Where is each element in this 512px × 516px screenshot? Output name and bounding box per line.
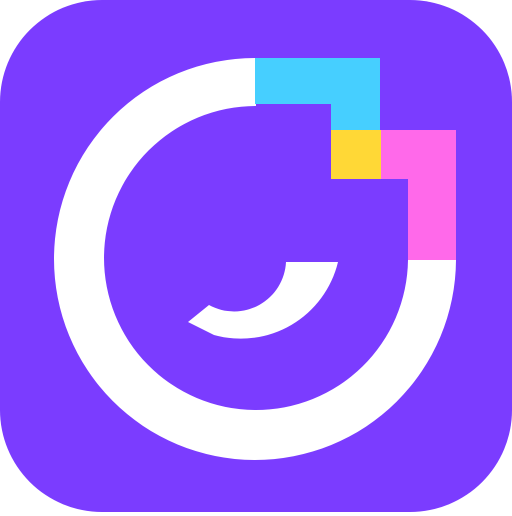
- pink-block: [381, 130, 456, 179]
- pink-block-lower: [408, 179, 456, 260]
- yellow-block: [331, 130, 381, 179]
- app-icon-graphic: [0, 0, 512, 512]
- app-icon[interactable]: [0, 0, 512, 512]
- cyan-block-lower: [331, 58, 380, 130]
